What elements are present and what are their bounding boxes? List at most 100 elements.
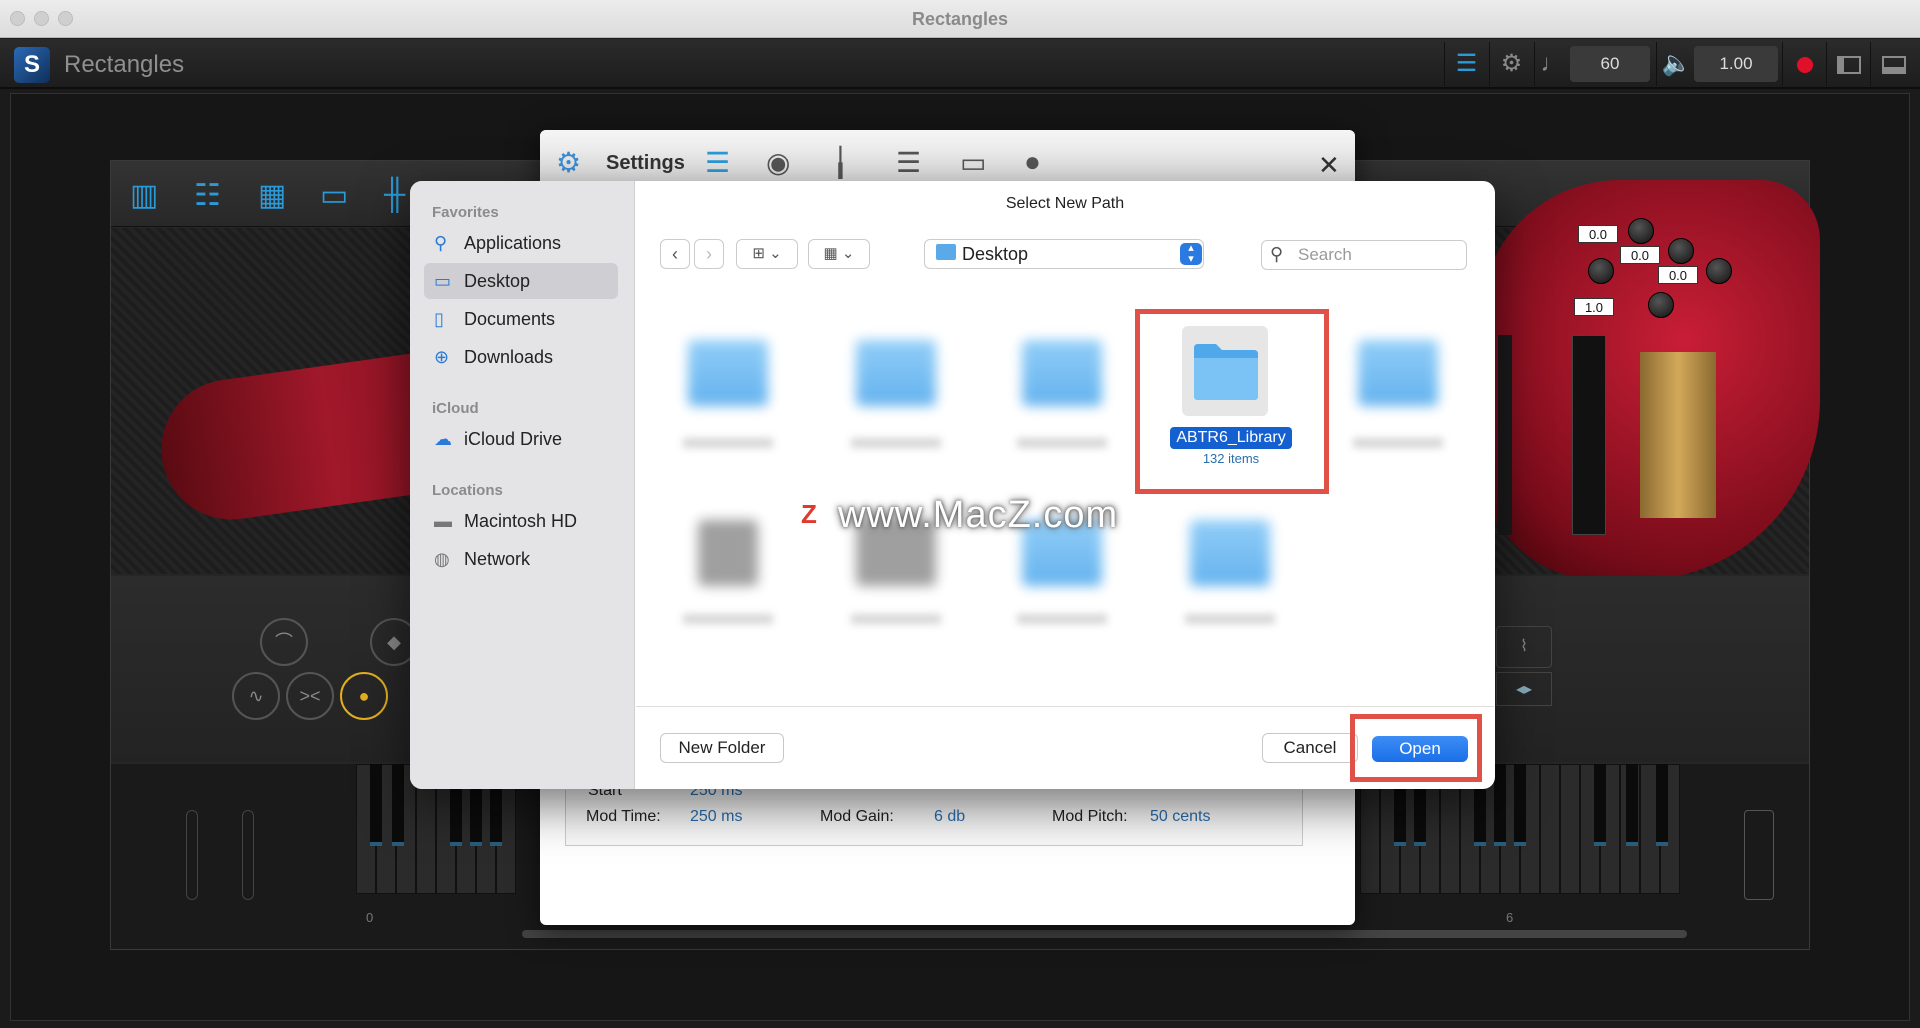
divider xyxy=(636,706,1494,707)
applications-icon: ⚲ xyxy=(434,233,448,253)
back-button[interactable]: ‹ xyxy=(660,239,690,269)
meter-tab-icon[interactable]: ╽ xyxy=(832,146,849,179)
list-tab-icon[interactable]: ☰ xyxy=(705,146,730,179)
mod-pitch-value[interactable]: 50 cents xyxy=(1150,808,1210,826)
articulation-button-active[interactable]: ● xyxy=(340,672,388,720)
folder-item[interactable] xyxy=(1358,340,1438,406)
black-key[interactable] xyxy=(1494,764,1506,846)
knob-readout: 0.0 xyxy=(1658,266,1698,284)
disk-icon: ▬ xyxy=(434,511,452,531)
folder-item[interactable] xyxy=(856,340,936,406)
sidebar-item-label: iCloud Drive xyxy=(464,429,563,449)
sliders-tab-icon[interactable]: ☰ xyxy=(896,146,921,179)
panel-toggle-icon[interactable] xyxy=(1826,42,1870,86)
search-placeholder: Search xyxy=(1298,245,1352,264)
close-icon[interactable]: ✕ xyxy=(1318,150,1340,181)
new-folder-button[interactable]: New Folder xyxy=(660,733,784,763)
white-key[interactable] xyxy=(1540,764,1560,894)
sidebar-item-network[interactable]: ◍ Network xyxy=(424,541,618,577)
display-tab-icon[interactable]: ▭ xyxy=(960,146,986,179)
keyboard-tab-icon[interactable]: ▥ xyxy=(130,178,158,213)
knob[interactable] xyxy=(1628,218,1654,244)
metronome-note-icon: ♩ xyxy=(1534,42,1570,86)
knob-readout: 1.0 xyxy=(1574,298,1614,316)
folder-item-label xyxy=(1017,614,1107,624)
folder-item-label xyxy=(683,438,773,448)
icloud-header: iCloud xyxy=(432,400,479,417)
user-tab-icon[interactable]: ● xyxy=(1024,146,1041,178)
keyboard-scrollbar[interactable] xyxy=(522,930,1687,938)
sidebar-item-label: Documents xyxy=(464,309,556,329)
sidebar-item-label: Macintosh HD xyxy=(464,511,578,531)
folder-item-label xyxy=(1017,438,1107,448)
sidebar-item-label: Downloads xyxy=(464,347,554,367)
globe-icon: ◍ xyxy=(434,549,450,569)
tempo-field[interactable]: 60 xyxy=(1570,46,1650,82)
sidebar-item-label: Network xyxy=(464,549,531,569)
sidebar-item-icloud-drive[interactable]: ☁ iCloud Drive xyxy=(424,421,618,457)
black-key[interactable] xyxy=(392,764,404,846)
sidebar-item-downloads[interactable]: ⊕ Downloads xyxy=(424,339,618,375)
watermark-logo-icon: Z xyxy=(792,497,826,531)
black-key[interactable] xyxy=(1626,764,1638,846)
group-view-button[interactable]: ▦ ⌄ xyxy=(808,239,870,269)
folder-item-label xyxy=(1353,438,1443,448)
sidebar-item-label: Applications xyxy=(464,233,562,253)
sidebar-item-label: Desktop xyxy=(464,271,531,291)
bridge xyxy=(1640,352,1716,518)
sidebar-item-documents[interactable]: ▯ Documents xyxy=(424,301,618,337)
articulation-button[interactable]: >< xyxy=(286,672,334,720)
search-icon: ⚲ xyxy=(1270,244,1284,264)
fx-tab-icon[interactable]: ▦ xyxy=(258,178,286,213)
record-button[interactable] xyxy=(1782,42,1826,86)
knob-readout: 0.0 xyxy=(1620,246,1660,264)
pick-icon[interactable]: ⌇ xyxy=(1496,626,1552,668)
eq-tab-icon[interactable]: ╫ xyxy=(384,178,405,212)
desktop-icon: ▭ xyxy=(434,271,452,291)
palette-tab-icon[interactable]: ◉ xyxy=(766,146,790,179)
sidebar-item-macintosh-hd[interactable]: ▬ Macintosh HD xyxy=(424,503,618,539)
mod-time-value[interactable]: 250 ms xyxy=(690,808,742,826)
octave-label: 6 xyxy=(1506,910,1514,925)
file-item-label xyxy=(851,614,941,624)
gear-icon[interactable]: ⚙ xyxy=(1489,42,1533,86)
sidebar-item-desktop[interactable]: ▭ Desktop xyxy=(424,263,618,299)
browser-tab-icon[interactable]: ▭ xyxy=(320,178,348,213)
folder-item[interactable] xyxy=(1022,340,1102,406)
mod-gain-label: Mod Gain: xyxy=(820,808,894,825)
cancel-button[interactable]: Cancel xyxy=(1262,733,1358,763)
articulation-button[interactable]: ⌒ xyxy=(260,618,308,666)
black-key[interactable] xyxy=(1656,764,1668,846)
knob[interactable] xyxy=(1668,238,1694,264)
pitch-wheel[interactable] xyxy=(186,810,198,900)
knob[interactable] xyxy=(1706,258,1732,284)
arrows-icon[interactable]: ◂▸ xyxy=(1496,672,1552,706)
folder-item[interactable] xyxy=(1190,520,1270,586)
black-key[interactable] xyxy=(370,764,382,846)
mod-gain-value[interactable]: 6 db xyxy=(934,808,965,826)
forward-button[interactable]: › xyxy=(694,239,724,269)
folder-item[interactable] xyxy=(688,340,768,406)
chevron-updown-icon: ▴ ▾ xyxy=(1180,243,1202,265)
highlight-box-folder xyxy=(1135,309,1329,494)
bottom-panel-icon[interactable] xyxy=(1870,42,1916,86)
volume-field[interactable]: 1.00 xyxy=(1694,46,1778,82)
list-icon[interactable]: ☰ xyxy=(1444,42,1488,86)
white-key[interactable] xyxy=(1560,764,1580,894)
knob[interactable] xyxy=(1588,258,1614,284)
search-input[interactable] xyxy=(1261,240,1467,270)
black-key[interactable] xyxy=(1514,764,1526,846)
sustain-pedal[interactable] xyxy=(1744,810,1774,900)
file-item[interactable] xyxy=(698,520,758,586)
icon-view-button[interactable]: ⊞ ⌄ xyxy=(736,239,798,269)
knob[interactable] xyxy=(1648,292,1674,318)
black-key[interactable] xyxy=(1594,764,1606,846)
mixer-tab-icon[interactable]: ☷ xyxy=(194,178,221,213)
document-icon: ▯ xyxy=(434,309,444,329)
cloud-icon: ☁ xyxy=(434,429,452,449)
sidebar-item-applications[interactable]: ⚲ Applications xyxy=(424,225,618,261)
mod-wheel[interactable] xyxy=(242,810,254,900)
pickup xyxy=(1498,335,1512,535)
articulation-button[interactable]: ∿ xyxy=(232,672,280,720)
octave-label: 0 xyxy=(366,910,374,925)
